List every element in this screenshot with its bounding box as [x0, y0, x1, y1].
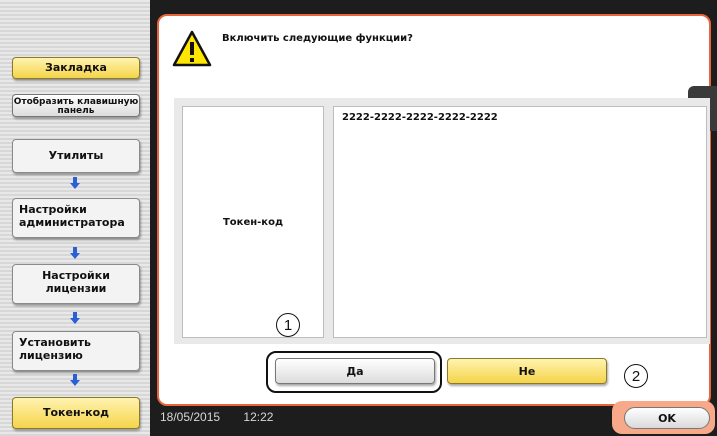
- arrow-down-icon: [70, 177, 80, 189]
- token-code-value: 2222-2222-2222-2222-2222: [333, 106, 707, 338]
- yes-button[interactable]: Да: [275, 358, 435, 384]
- warning-icon: [172, 30, 212, 68]
- status-date: 18/05/2015: [160, 410, 221, 424]
- bookmark-button[interactable]: Закладка: [12, 57, 140, 79]
- arrow-down-icon: [70, 247, 80, 259]
- nav-token-code[interactable]: Токен-код: [12, 397, 140, 429]
- show-keypad-button[interactable]: Отобразить клавишную панель: [12, 94, 140, 117]
- step-marker-1: 1: [276, 313, 300, 337]
- ok-button[interactable]: OK: [624, 407, 710, 429]
- nav-utilities[interactable]: Утилиты: [12, 139, 140, 173]
- arrow-down-icon: [70, 312, 80, 324]
- left-sidebar: Закладка Отобразить клавишную панель Ути…: [0, 0, 150, 436]
- nav-admin-settings[interactable]: Настройки администратора: [12, 198, 140, 238]
- status-time: 12:22: [243, 410, 274, 424]
- nav-license-settings[interactable]: Настройки лицензии: [12, 264, 140, 304]
- status-bar: 18/05/2015 12:22: [160, 410, 293, 424]
- no-button[interactable]: Не: [447, 358, 607, 384]
- dialog-message: Включить следующие функции?: [222, 33, 413, 44]
- step-marker-2: 2: [624, 364, 648, 388]
- nav-install-license[interactable]: Установить лицензию: [12, 331, 140, 371]
- token-code-label: Токен-код: [182, 106, 324, 338]
- arrow-down-icon: [70, 374, 80, 386]
